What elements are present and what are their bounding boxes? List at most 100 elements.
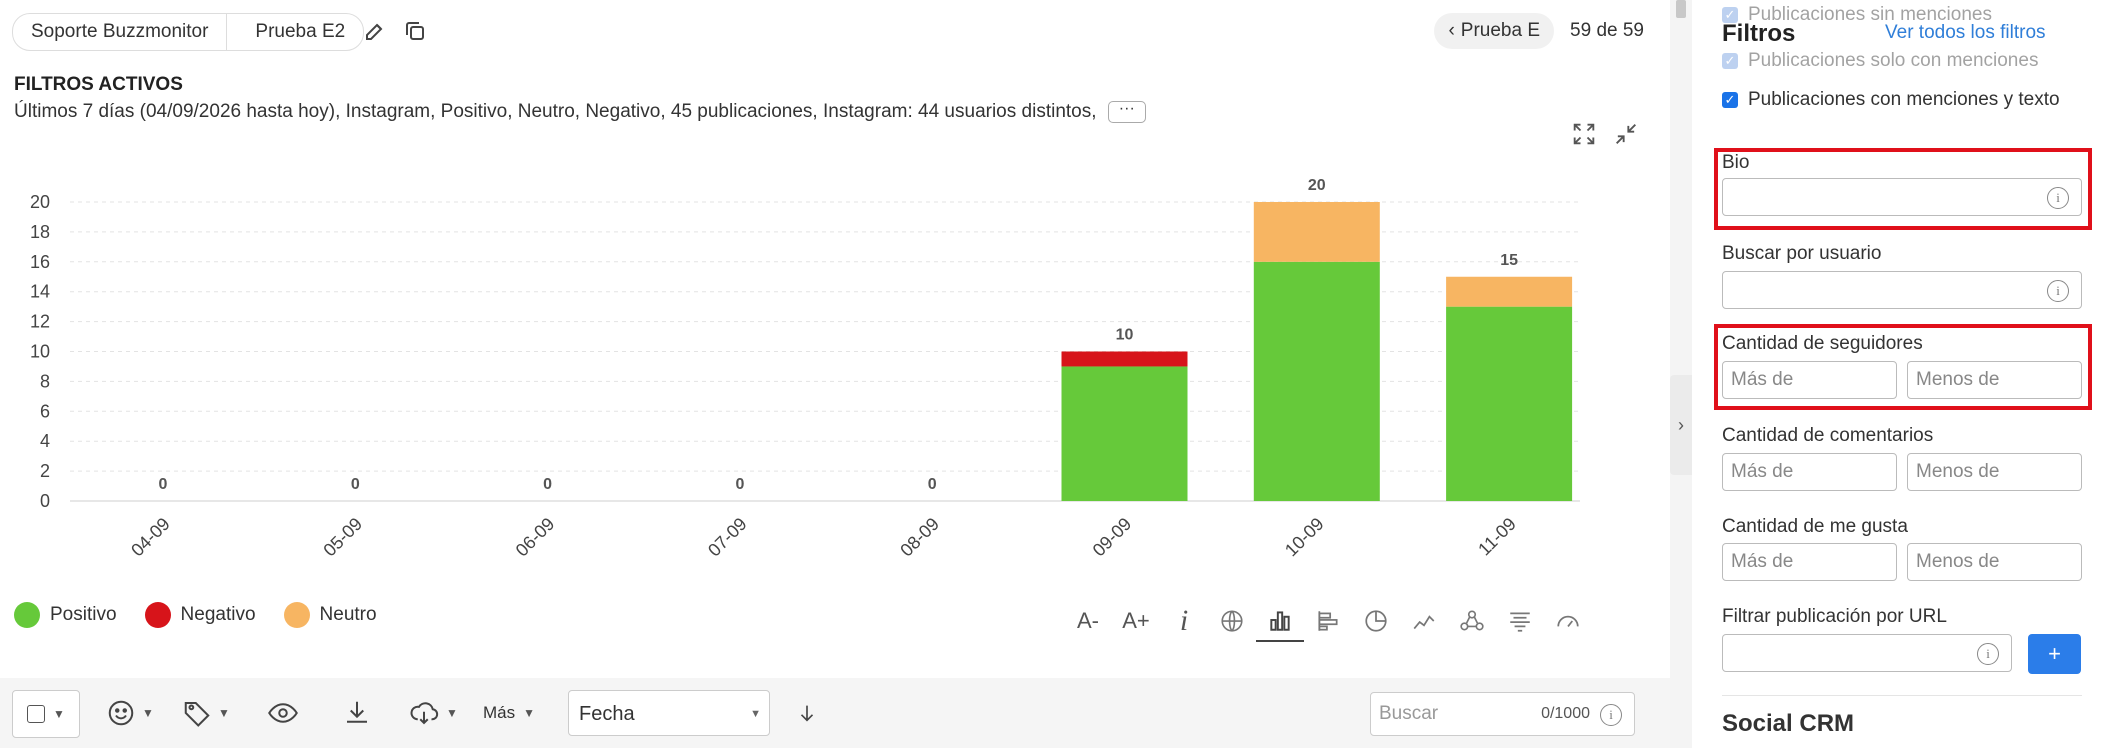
word-cloud-icon[interactable] — [1496, 601, 1544, 641]
select-all-dropdown[interactable]: ▼ — [12, 690, 80, 738]
network-graph-icon[interactable] — [1448, 601, 1496, 641]
horizontal-bar-chart-icon[interactable] — [1304, 601, 1352, 641]
comments-min-input[interactable]: Más de — [1722, 453, 1897, 491]
bar-segment-positivo — [1446, 306, 1573, 501]
sidebar-title: Filtros — [1722, 20, 1796, 47]
pager: ‹ Prueba E 59 de 59 — [1434, 13, 1670, 49]
font-increase-button[interactable]: A+ — [1112, 601, 1160, 641]
active-filters-description: Últimos 7 días (04/09/2026 hasta hoy), I… — [14, 101, 1146, 123]
chevron-left-icon: ‹ — [1448, 20, 1455, 41]
breadcrumb: Soporte Buzzmonitor Prueba E2 — [12, 13, 365, 51]
x-tick-label: 04-09 — [127, 514, 174, 561]
data-label: 0 — [543, 476, 552, 493]
info-icon[interactable]: i — [2047, 280, 2069, 302]
highlight-box — [1714, 324, 2092, 410]
more-filters-button[interactable]: ··· — [1107, 101, 1146, 123]
legend-label-positivo: Positivo — [50, 604, 117, 625]
y-tick-label: 16 — [30, 252, 50, 272]
smiley-icon — [108, 700, 134, 726]
bar-segment-positivo — [1061, 366, 1188, 501]
sort-direction-icon[interactable] — [796, 690, 818, 736]
comments-label: Cantidad de comentarios — [1722, 425, 1934, 446]
previous-search-button[interactable]: ‹ Prueba E — [1434, 13, 1555, 49]
bar-segment-positivo — [1253, 261, 1380, 501]
cloud-download-icon — [410, 702, 439, 725]
chevron-down-icon: ▼ — [523, 706, 536, 720]
sentiment-menu-button[interactable]: ▼ — [106, 690, 154, 736]
legend-label-neutro: Neutro — [319, 604, 377, 625]
gauge-icon[interactable] — [1544, 601, 1592, 641]
y-tick-label: 0 — [40, 491, 50, 511]
likes-min-input[interactable]: Más de — [1722, 543, 1897, 581]
expand-icon[interactable] — [1570, 120, 1602, 152]
x-tick-label: 06-09 — [512, 514, 559, 561]
data-label: 0 — [735, 476, 744, 493]
legend-item-neutro[interactable]: Neutro — [283, 602, 377, 628]
globe-chart-icon[interactable] — [1208, 601, 1256, 641]
tag-menu-button[interactable]: ▼ — [182, 690, 230, 736]
y-tick-label: 18 — [30, 222, 50, 242]
x-tick-label: 10-09 — [1281, 514, 1328, 561]
edit-icon[interactable] — [360, 16, 390, 46]
more-menu-label: Más — [483, 703, 516, 722]
line-chart-icon[interactable] — [1400, 601, 1448, 641]
y-tick-label: 14 — [30, 282, 50, 302]
checkbox-icon: ✓ — [1722, 53, 1738, 69]
sidebar-toggle-button[interactable]: › — [1670, 375, 1692, 475]
info-icon[interactable]: i — [1160, 601, 1208, 641]
add-url-button[interactable]: + — [2028, 634, 2081, 674]
scrollbar[interactable] — [1670, 0, 1692, 748]
divider — [1722, 695, 2082, 696]
checkbox-label: Publicaciones solo con menciones — [1748, 50, 2039, 71]
pie-chart-icon[interactable] — [1352, 601, 1400, 641]
filters-sidebar: ✓ Publicaciones sin menciones Filtros Ve… — [1700, 0, 2103, 748]
url-filter-input[interactable]: i — [1722, 634, 2012, 672]
chevron-down-icon: ▼ — [142, 706, 154, 720]
scrollbar-thumb[interactable] — [1676, 0, 1686, 18]
y-tick-label: 20 — [30, 192, 50, 212]
likes-max-input[interactable]: Menos de — [1907, 543, 2082, 581]
collapse-icon[interactable] — [1612, 120, 1644, 152]
sort-select[interactable]: Fecha ▼ — [568, 690, 770, 736]
user-search-input[interactable]: i — [1722, 271, 2082, 309]
select-all-checkbox[interactable] — [27, 705, 46, 723]
url-filter-label: Filtrar publicación por URL — [1722, 606, 1947, 627]
breadcrumb-item-search[interactable]: Prueba E2 — [226, 14, 363, 50]
y-tick-label: 8 — [40, 371, 50, 391]
user-search-label: Buscar por usuario — [1722, 243, 1882, 264]
copy-icon[interactable] — [400, 16, 430, 46]
checkbox-only-mentions[interactable]: ✓ Publicaciones solo con menciones — [1722, 50, 2038, 72]
y-tick-label: 6 — [40, 401, 50, 421]
checkbox-mentions-and-text[interactable]: ✓ Publicaciones con menciones y texto — [1722, 89, 2060, 111]
search-placeholder: Buscar — [1379, 703, 1439, 724]
more-menu-button[interactable]: Más ▼ — [483, 690, 535, 736]
info-icon[interactable]: i — [1977, 643, 1999, 665]
info-icon[interactable]: i — [1600, 704, 1622, 726]
bar-segment-neutro — [1253, 202, 1380, 262]
checkbox-icon: ✓ — [1722, 92, 1738, 108]
x-tick-label: 08-09 — [896, 514, 943, 561]
legend-swatch-neutro — [283, 602, 310, 628]
bar-segment-negativo — [1061, 351, 1188, 367]
see-all-filters-link[interactable]: Ver todos los filtros — [1885, 22, 2046, 44]
eye-icon[interactable] — [266, 690, 300, 736]
font-decrease-button[interactable]: A- — [1064, 601, 1112, 641]
bar-chart-icon[interactable] — [1256, 600, 1304, 642]
y-tick-label: 12 — [30, 312, 50, 332]
x-tick-label: 11-09 — [1474, 514, 1520, 560]
legend-label-negativo: Negativo — [180, 604, 256, 625]
search-input[interactable]: Buscar 0/1000 i — [1370, 692, 1635, 736]
chevron-down-icon: ▼ — [446, 706, 458, 720]
legend-item-positivo[interactable]: Positivo — [14, 602, 117, 628]
highlight-box — [1714, 148, 2092, 230]
breadcrumb-item-monitor[interactable]: Soporte Buzzmonitor — [13, 14, 226, 50]
cloud-export-button[interactable]: ▼ — [408, 690, 458, 736]
data-label: 0 — [351, 476, 360, 493]
chevron-down-icon: ▼ — [53, 707, 65, 721]
active-filters-title: FILTROS ACTIVOS — [14, 74, 183, 95]
legend-item-negativo[interactable]: Negativo — [144, 602, 256, 628]
download-icon[interactable] — [342, 690, 372, 736]
comments-max-input[interactable]: Menos de — [1907, 453, 2082, 491]
y-tick-label: 4 — [40, 431, 50, 451]
tag-icon — [184, 702, 210, 727]
